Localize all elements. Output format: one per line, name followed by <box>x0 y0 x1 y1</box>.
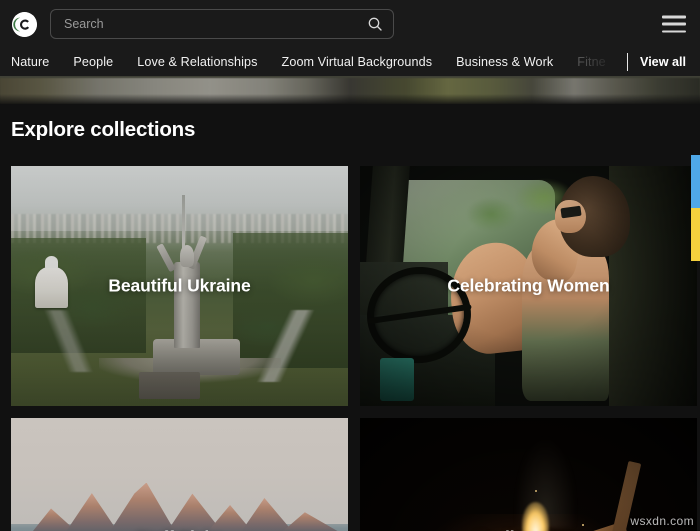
hero-banner-image <box>0 76 700 104</box>
category-nav: Nature People Love & Relationships Zoom … <box>0 48 700 76</box>
category-nav-scroller[interactable]: Nature People Love & Relationships Zoom … <box>11 48 628 76</box>
view-all-link[interactable]: View all <box>640 55 700 69</box>
collection-card-image <box>360 418 697 531</box>
site-header: Nature People Love & Relationships Zoom … <box>0 0 700 76</box>
search-field-wrapper <box>50 9 394 39</box>
ukraine-flag-ribbon <box>691 155 700 261</box>
hero-banner-strip <box>0 76 700 104</box>
flag-stripe-blue <box>691 155 700 208</box>
nav-item-nature[interactable]: Nature <box>11 48 49 76</box>
nav-item-fitness[interactable]: Fitne <box>577 48 606 76</box>
hamburger-line <box>662 15 686 18</box>
header-top-bar <box>0 0 700 48</box>
flag-stripe-yellow <box>691 208 700 261</box>
search-input[interactable] <box>50 9 394 39</box>
canva-logo-icon[interactable] <box>12 11 37 37</box>
page-root: Nature People Love & Relationships Zoom … <box>0 0 700 531</box>
collection-card-celebrating-women[interactable]: Celebrating Women <box>360 166 697 406</box>
collection-card-feeling-cozy[interactable]: Feeling Cozy <box>360 418 697 531</box>
hamburger-line <box>662 22 686 26</box>
collection-card-beautiful-ukraine[interactable]: Beautiful Ukraine <box>11 166 348 406</box>
page-title: Explore collections <box>11 118 196 141</box>
collections-grid: Beautiful Ukraine Celebrating Women <box>11 166 697 531</box>
collection-card-image <box>11 166 348 406</box>
nav-item-people[interactable]: People <box>73 48 113 76</box>
collection-card-image <box>11 418 348 531</box>
nav-item-business-work[interactable]: Business & Work <box>456 48 553 76</box>
nav-item-zoom-virtual-backgrounds[interactable]: Zoom Virtual Backgrounds <box>282 48 433 76</box>
collection-card-image <box>360 166 697 406</box>
collection-card-staff-picks[interactable]: Staff Picks <box>11 418 348 531</box>
nav-item-love-relationships[interactable]: Love & Relationships <box>137 48 257 76</box>
nav-divider <box>627 53 629 71</box>
main-content: Explore collections Beautiful Ukraine Ce… <box>0 104 700 531</box>
hamburger-menu-icon[interactable] <box>662 15 686 33</box>
hamburger-line <box>662 30 686 33</box>
